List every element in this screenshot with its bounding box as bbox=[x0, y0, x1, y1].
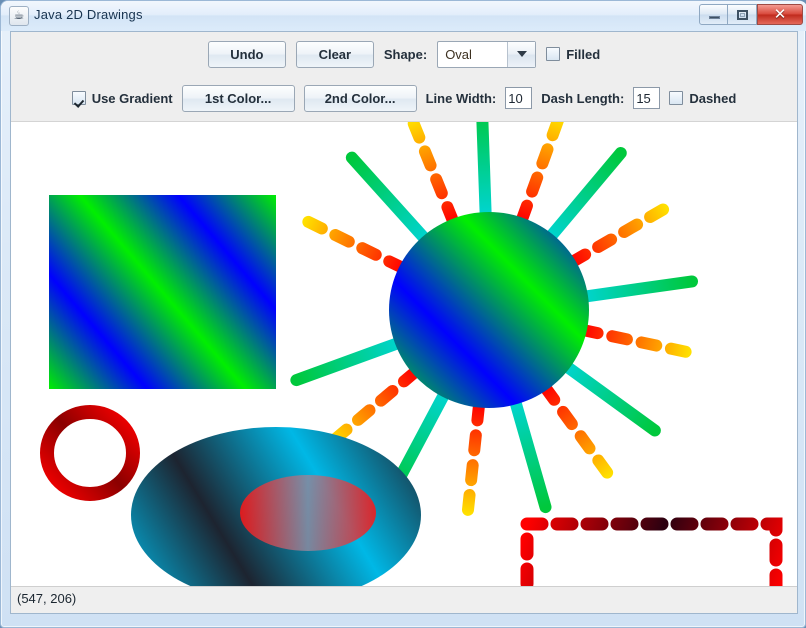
drawing-canvas[interactable] bbox=[11, 122, 797, 588]
dashed-ray bbox=[572, 208, 666, 263]
dashed-rectangle bbox=[527, 524, 776, 588]
status-bar: (547, 206) bbox=[11, 586, 797, 613]
control-row-2: Use Gradient 1st Color... 2nd Color... L… bbox=[11, 76, 797, 120]
filled-checkbox-box bbox=[546, 47, 560, 61]
shape-selected-value: Oval bbox=[438, 42, 507, 67]
window-title: Java 2D Drawings bbox=[34, 7, 143, 22]
clear-button[interactable]: Clear bbox=[296, 41, 374, 68]
dashed-ray bbox=[332, 372, 415, 442]
dashed-ray bbox=[412, 122, 453, 221]
solid-ray bbox=[551, 153, 621, 236]
close-button[interactable]: ✕ bbox=[757, 4, 803, 25]
gradient-rectangle bbox=[49, 195, 276, 389]
red-circle-outline bbox=[47, 412, 133, 494]
shape-label: Shape: bbox=[384, 47, 427, 62]
dashed-ray bbox=[522, 122, 559, 220]
drawing-surface[interactable] bbox=[11, 122, 797, 588]
restore-icon bbox=[737, 10, 748, 20]
line-width-label: Line Width: bbox=[426, 91, 497, 106]
dashed-checkbox[interactable]: Dashed bbox=[669, 91, 736, 106]
shape-combobox[interactable]: Oval bbox=[437, 41, 536, 68]
application-window: ☕ Java 2D Drawings ✕ Undo Clear Shape: O… bbox=[0, 0, 806, 628]
filled-checkbox[interactable]: Filled bbox=[546, 47, 600, 62]
chevron-down-icon[interactable] bbox=[507, 42, 535, 67]
red-inner-ellipse bbox=[240, 475, 376, 551]
solid-ray bbox=[515, 402, 545, 507]
dashed-ray bbox=[305, 220, 403, 268]
use-gradient-checkbox[interactable]: Use Gradient bbox=[72, 91, 173, 106]
mouse-coordinates: (547, 206) bbox=[17, 591, 76, 606]
undo-button[interactable]: Undo bbox=[208, 41, 286, 68]
control-panel: Undo Clear Shape: Oval Filled Use Gradie… bbox=[11, 32, 797, 122]
use-gradient-label: Use Gradient bbox=[92, 91, 173, 106]
solid-ray bbox=[296, 343, 398, 380]
control-row-1: Undo Clear Shape: Oval Filled bbox=[11, 32, 797, 76]
dashed-ray bbox=[583, 330, 690, 353]
close-icon: ✕ bbox=[758, 5, 802, 24]
second-color-button[interactable]: 2nd Color... bbox=[304, 85, 417, 112]
solid-ray bbox=[482, 122, 486, 214]
solid-ray bbox=[567, 366, 655, 430]
dashed-ray bbox=[468, 405, 479, 513]
minimize-icon bbox=[709, 16, 720, 19]
gradient-oval-large bbox=[389, 212, 589, 408]
filled-label: Filled bbox=[566, 47, 600, 62]
client-area: Undo Clear Shape: Oval Filled Use Gradie… bbox=[10, 31, 798, 614]
dash-length-input[interactable] bbox=[633, 87, 660, 109]
dashed-ray bbox=[545, 388, 609, 476]
solid-ray bbox=[352, 158, 425, 239]
use-gradient-checkbox-box bbox=[72, 91, 86, 105]
first-color-button[interactable]: 1st Color... bbox=[182, 85, 295, 112]
maximize-restore-button[interactable] bbox=[728, 4, 757, 25]
dashed-checkbox-box bbox=[669, 91, 683, 105]
java-coffee-cup-icon: ☕ bbox=[9, 6, 29, 26]
title-bar: ☕ Java 2D Drawings ✕ bbox=[1, 1, 806, 31]
dash-length-label: Dash Length: bbox=[541, 91, 624, 106]
window-controls: ✕ bbox=[699, 4, 803, 26]
minimize-button[interactable] bbox=[699, 4, 728, 25]
dashed-label: Dashed bbox=[689, 91, 736, 106]
solid-ray bbox=[584, 281, 692, 296]
line-width-input[interactable] bbox=[505, 87, 532, 109]
